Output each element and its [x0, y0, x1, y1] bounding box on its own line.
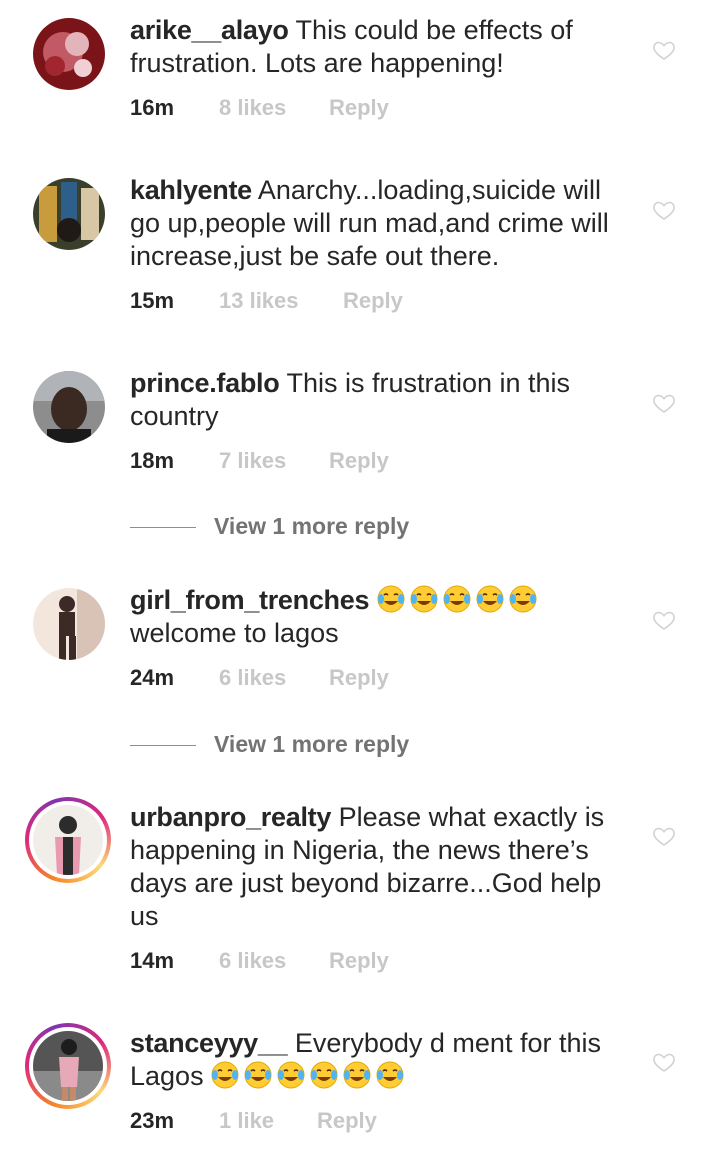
- avatar[interactable]: [33, 588, 105, 660]
- comment-meta: 23m 1 like Reply: [130, 1108, 377, 1134]
- comment-time: 14m: [130, 948, 175, 973]
- comment-time: 15m: [130, 288, 175, 313]
- avatar-with-story-ring[interactable]: [25, 1023, 111, 1109]
- avatar-image: [33, 18, 105, 90]
- emoji-group: [377, 585, 542, 615]
- avatar-with-story-ring[interactable]: [25, 797, 111, 883]
- avatar[interactable]: [33, 371, 105, 443]
- divider-line: [130, 745, 196, 746]
- comment-username[interactable]: stanceyyy__: [130, 1028, 288, 1058]
- avatar-image: [33, 371, 105, 443]
- face-with-tears-of-joy-icon: [509, 585, 537, 613]
- face-with-tears-of-joy-icon: [244, 1061, 272, 1089]
- comment-time: 18m: [130, 448, 175, 473]
- view-more-replies-button[interactable]: View 1 more reply: [130, 513, 530, 543]
- comment-text-block: arike__alayo This could be effects of fr…: [130, 14, 620, 80]
- comment-text-block: kahlyente Anarchy...loading,suicide will…: [130, 174, 620, 273]
- comment-likes[interactable]: 1 like: [219, 1108, 317, 1134]
- comment-username[interactable]: arike__alayo: [130, 15, 289, 45]
- face-with-tears-of-joy-icon: [377, 585, 405, 613]
- reply-button[interactable]: Reply: [329, 665, 389, 691]
- reply-button[interactable]: Reply: [329, 948, 389, 974]
- heart-outline-icon[interactable]: [652, 608, 676, 632]
- avatar[interactable]: [33, 18, 105, 90]
- face-with-tears-of-joy-icon: [443, 585, 471, 613]
- view-more-replies-label[interactable]: View 1 more reply: [214, 513, 409, 540]
- comment-meta: 14m 6 likes Reply: [130, 948, 389, 974]
- comment-meta: 24m 6 likes Reply: [130, 665, 389, 691]
- comment-meta: 18m 7 likes Reply: [130, 448, 389, 474]
- comment-likes[interactable]: 6 likes: [219, 665, 329, 691]
- face-with-tears-of-joy-icon: [376, 1061, 404, 1089]
- comment-time: 16m: [130, 95, 175, 120]
- avatar-image: [33, 588, 105, 660]
- reply-button[interactable]: Reply: [343, 288, 403, 314]
- comment-username[interactable]: urbanpro_realty: [130, 802, 331, 832]
- heart-outline-icon[interactable]: [652, 1050, 676, 1074]
- view-more-replies-button[interactable]: View 1 more reply: [130, 731, 530, 761]
- comment-likes[interactable]: 13 likes: [219, 288, 343, 314]
- comment-text-block: girl_from_trenches welcome to lagos: [130, 584, 620, 650]
- heart-outline-icon[interactable]: [652, 824, 676, 848]
- comment-text: welcome to lagos: [130, 618, 339, 648]
- comment-username[interactable]: kahlyente: [130, 175, 252, 205]
- comment-username[interactable]: girl_from_trenches: [130, 585, 369, 615]
- view-more-replies-label[interactable]: View 1 more reply: [214, 731, 409, 758]
- comment-likes[interactable]: 6 likes: [219, 948, 329, 974]
- comment-meta: 15m 13 likes Reply: [130, 288, 403, 314]
- avatar[interactable]: [33, 178, 105, 250]
- face-with-tears-of-joy-icon: [310, 1061, 338, 1089]
- heart-outline-icon[interactable]: [652, 391, 676, 415]
- heart-outline-icon[interactable]: [652, 38, 676, 62]
- comment-text-line2: Lagos: [130, 1061, 204, 1091]
- emoji-group: [211, 1061, 409, 1091]
- comment-time: 23m: [130, 1108, 175, 1133]
- comment-time: 24m: [130, 665, 175, 690]
- avatar-image: [33, 1031, 103, 1101]
- divider-line: [130, 527, 196, 528]
- comment-text-block: stanceyyy__ Everybody d ment for this La…: [130, 1027, 620, 1093]
- comment-text-block: urbanpro_realty Please what exactly is h…: [130, 801, 620, 933]
- face-with-tears-of-joy-icon: [277, 1061, 305, 1089]
- comment-username[interactable]: prince.fablo: [130, 368, 280, 398]
- face-with-tears-of-joy-icon: [343, 1061, 371, 1089]
- avatar-image: [33, 178, 105, 250]
- face-with-tears-of-joy-icon: [211, 1061, 239, 1089]
- reply-button[interactable]: Reply: [329, 448, 389, 474]
- avatar-image: [33, 805, 103, 875]
- reply-button[interactable]: Reply: [329, 95, 389, 121]
- face-with-tears-of-joy-icon: [410, 585, 438, 613]
- heart-outline-icon[interactable]: [652, 198, 676, 222]
- comment-likes[interactable]: 8 likes: [219, 95, 329, 121]
- comment-meta: 16m 8 likes Reply: [130, 95, 389, 121]
- reply-button[interactable]: Reply: [317, 1108, 377, 1134]
- face-with-tears-of-joy-icon: [476, 585, 504, 613]
- comment-likes[interactable]: 7 likes: [219, 448, 329, 474]
- comment-text: Everybody d ment for this: [287, 1028, 601, 1058]
- comment-text-block: prince.fablo This is frustration in this…: [130, 367, 620, 433]
